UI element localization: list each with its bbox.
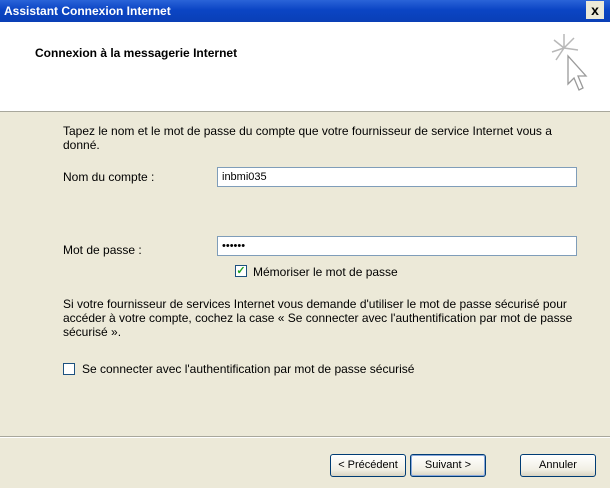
instructions-text: Tapez le nom et le mot de passe du compt… — [63, 124, 552, 152]
next-button[interactable]: Suivant > — [410, 454, 486, 477]
wizard-cursor-icon — [551, 34, 588, 91]
password-label: Mot de passe : — [63, 243, 142, 257]
page-heading: Connexion à la messagerie Internet — [35, 46, 238, 60]
window-title: Assistant Connexion Internet — [4, 4, 171, 18]
spa-checkbox[interactable] — [63, 363, 75, 375]
cancel-button[interactable]: Annuler — [520, 454, 596, 477]
remember-password-label: Mémoriser le mot de passe — [253, 265, 398, 279]
account-label: Nom du compte : — [63, 170, 155, 184]
title-bar: Assistant Connexion Internet x — [0, 0, 610, 22]
spa-info-text: Si votre fournisseur de services Interne… — [63, 297, 573, 339]
back-button[interactable]: < Précédent — [330, 454, 406, 477]
remember-password-checkbox[interactable]: ✓ — [235, 265, 247, 277]
account-field[interactable] — [217, 167, 577, 187]
spa-label: Se connecter avec l'authentification par… — [82, 362, 415, 376]
password-field[interactable] — [217, 236, 577, 256]
wizard-header: Connexion à la messagerie Internet — [0, 22, 610, 112]
button-separator — [0, 436, 610, 438]
close-button[interactable]: x — [586, 1, 604, 19]
